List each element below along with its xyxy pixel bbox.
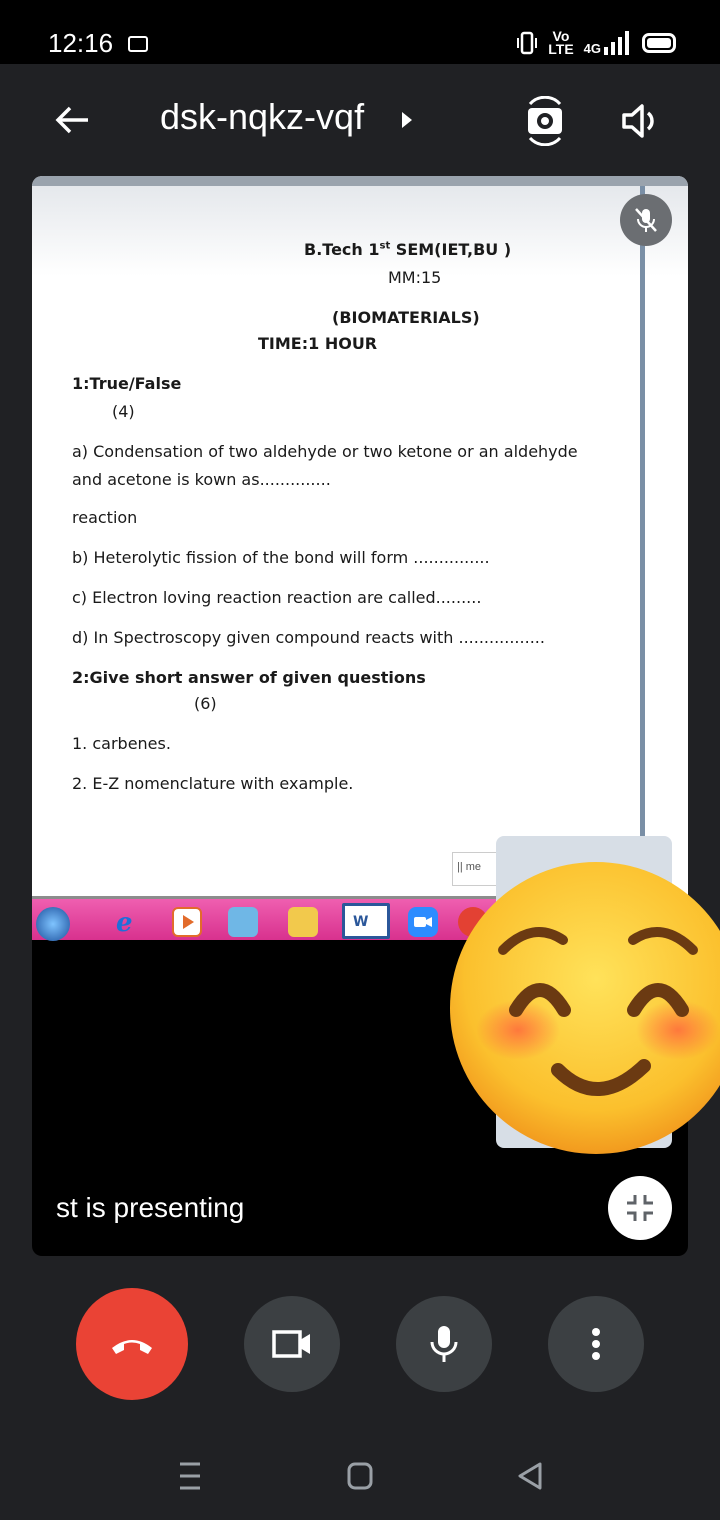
speaker-icon[interactable]: [616, 96, 666, 146]
end-call-icon: [112, 1340, 152, 1354]
question-d: d) In Spectroscopy given compound reacts…: [72, 628, 545, 647]
question-a-line1: a) Condensation of two aldehyde or two k…: [72, 442, 578, 461]
question-c: c) Electron loving reaction reaction are…: [72, 588, 482, 607]
mic-icon: [430, 1326, 458, 1362]
window-top-strip: [32, 176, 688, 186]
svg-text:e: e: [116, 908, 133, 937]
question-b: b) Heterolytic fission of the bond will …: [72, 548, 490, 567]
item-2: 2. E-Z nomenclature with example.: [72, 774, 354, 793]
question-a-line2: and acetone is kown as..............: [72, 470, 331, 489]
zoom-app-icon: [408, 907, 438, 937]
folder-icon: [288, 907, 318, 937]
meeting-header: dsk-nqkz-vqf: [0, 64, 720, 174]
meeting-code[interactable]: dsk-nqkz-vqf: [160, 96, 364, 138]
volte-label-bottom: LTE: [548, 41, 574, 57]
more-options-button[interactable]: [548, 1296, 644, 1392]
media-player-icon: [172, 907, 202, 937]
system-nav-bar: [0, 1420, 720, 1520]
cast-notification-icon: [128, 36, 148, 52]
switch-camera-icon[interactable]: [520, 96, 570, 146]
section2-heading: 2:Give short answer of given questions: [72, 668, 426, 687]
section1-marks: (4): [112, 402, 135, 421]
section1-heading: 1:True/False: [72, 374, 182, 393]
doc-title: B.Tech 1: [304, 240, 380, 259]
start-button-icon: [36, 907, 70, 941]
doc-subject: (BIOMATERIALS): [332, 308, 480, 327]
vibrate-icon: [517, 31, 538, 55]
back-nav-icon[interactable]: [516, 1460, 544, 1492]
camera-toggle-button[interactable]: [244, 1296, 340, 1392]
recent-apps-icon[interactable]: [176, 1460, 204, 1492]
shared-screen: B.Tech 1st SEM(IET,BU ) MM:15 (BIOMATERI…: [32, 176, 688, 896]
mic-off-icon: [620, 194, 672, 246]
chevron-right-icon[interactable]: [400, 110, 414, 130]
item-1: 1. carbenes.: [72, 734, 171, 753]
status-indicators: Vo LTE 4G: [516, 29, 676, 57]
browser-icon: e: [112, 907, 142, 938]
smiling-face-emoji-icon: [450, 862, 720, 1154]
presenting-label: st is presenting: [56, 1192, 245, 1223]
document-border-line: [640, 186, 645, 876]
question-a-line3: reaction: [72, 508, 138, 527]
window-shade: [32, 186, 688, 276]
section2-marks: (6): [194, 694, 217, 713]
control-panel-icon: [228, 907, 258, 937]
mic-toggle-button[interactable]: [396, 1296, 492, 1392]
collapse-icon[interactable]: [608, 1176, 672, 1240]
arrow-left-icon[interactable]: [52, 100, 92, 140]
camera-icon: [272, 1330, 310, 1358]
svg-text:W: W: [353, 914, 368, 930]
home-icon[interactable]: [346, 1460, 374, 1492]
doc-course-line: B.Tech 1st SEM(IET,BU ): [304, 240, 511, 259]
doc-time: TIME:1 HOUR: [258, 334, 378, 353]
signal-icon: [604, 31, 629, 55]
doc-marks: MM:15: [388, 268, 442, 287]
doc-title-rest: SEM(IET,BU ): [390, 240, 512, 259]
battery-icon: [642, 33, 676, 53]
network-type-label: 4G: [583, 41, 601, 56]
word-icon: W: [342, 903, 390, 939]
doc-title-sup: st: [379, 240, 391, 252]
end-call-button[interactable]: [76, 1288, 188, 1400]
status-time: 12:16: [48, 28, 114, 58]
more-vertical-icon: [592, 1328, 600, 1360]
status-bar: 12:16 Vo LTE 4G: [0, 0, 720, 64]
